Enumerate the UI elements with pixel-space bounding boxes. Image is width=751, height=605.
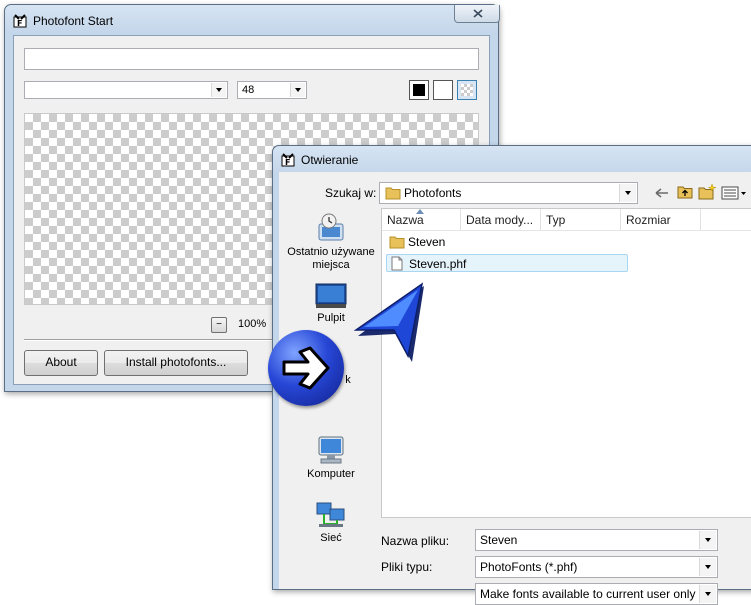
sort-ascending-icon (416, 209, 424, 214)
file-name: Steven (408, 235, 446, 249)
file-name: Steven.phf (409, 257, 467, 271)
column-name-label: Nazwa (387, 213, 424, 227)
file-list-header: Nazwa Data mody... Typ Rozmiar (382, 209, 751, 231)
background-black-swatch[interactable] (409, 80, 429, 100)
zoom-level: 100% (238, 318, 267, 330)
column-type-label: Typ (546, 213, 566, 227)
computer-icon (318, 436, 344, 464)
file-row-folder-steven[interactable]: Steven (386, 233, 626, 251)
annotation-cursor-arrow-icon (353, 282, 424, 362)
font-size-value: 48 (242, 84, 255, 96)
photofont-app-icon: F (13, 14, 27, 28)
font-select[interactable] (24, 81, 228, 99)
network-icon (316, 502, 345, 527)
filename-input[interactable]: Steven (475, 529, 718, 551)
filename-label: Nazwa pliku: (381, 534, 450, 548)
column-size[interactable]: Rozmiar (621, 209, 701, 231)
chevron-down-icon (295, 88, 301, 92)
view-menu-icon[interactable] (721, 186, 747, 200)
place-desktop-label: Pulpit (317, 312, 345, 324)
back-arrow-icon[interactable] (655, 186, 669, 200)
install-scope-value: Make fonts available to current user onl… (480, 587, 696, 601)
look-in-select[interactable]: Photofonts (379, 182, 638, 204)
recent-places-icon (318, 213, 344, 241)
chevron-down-icon (705, 592, 711, 596)
new-folder-icon[interactable] (698, 184, 716, 200)
sample-text-input[interactable] (24, 48, 479, 70)
background-white-swatch[interactable] (433, 80, 453, 100)
filetype-select[interactable]: PhotoFonts (*.phf) (475, 556, 718, 578)
filename-arrow[interactable] (699, 531, 716, 549)
desktop-icon (315, 283, 347, 308)
document-icon (391, 256, 403, 271)
font-select-arrow[interactable] (211, 83, 226, 97)
photofont-title-bar[interactable]: F Photofont Start (5, 5, 500, 35)
nav-toolbar (653, 183, 751, 203)
folder-icon (389, 236, 405, 249)
column-date-modified[interactable]: Data mody... (461, 209, 541, 231)
look-in-label: Szukaj w: (325, 186, 377, 200)
look-in-arrow[interactable] (619, 184, 636, 202)
annotation-next-arrow-icon (268, 330, 344, 406)
svg-text:F: F (17, 19, 22, 28)
chevron-down-icon (216, 88, 222, 92)
place-recent-label: Ostatnio używane miejsca (287, 246, 375, 271)
place-computer-label: Komputer (307, 468, 355, 480)
folder-icon (385, 187, 401, 200)
filetype-arrow[interactable] (699, 558, 716, 576)
column-name[interactable]: Nazwa (382, 209, 461, 231)
photofont-close-button[interactable] (454, 5, 500, 23)
file-row-steven-phf[interactable]: Steven.phf (386, 254, 628, 272)
svg-text:F: F (285, 158, 290, 167)
photofont-separator (24, 339, 279, 341)
look-in-value: Photofonts (404, 186, 462, 200)
font-size-select[interactable]: 48 (237, 81, 307, 99)
right-arrow-icon (282, 346, 330, 390)
font-size-arrow[interactable] (290, 83, 305, 97)
black-swatch-fill (413, 84, 425, 96)
chevron-down-icon (705, 565, 711, 569)
zoom-out-button[interactable]: − (211, 317, 227, 333)
photofont-window-title: Photofont Start (33, 14, 114, 28)
minus-icon: − (216, 319, 222, 330)
filetype-label: Pliki typu: (381, 560, 433, 574)
install-scope-arrow[interactable] (699, 585, 716, 603)
filename-value: Steven (480, 533, 518, 547)
up-folder-icon[interactable] (677, 184, 693, 200)
place-computer[interactable]: Komputer (287, 436, 375, 481)
place-recent[interactable]: Ostatnio używane miejsca (287, 212, 375, 272)
place-library-label: k (345, 374, 351, 386)
column-date-label: Data mody... (466, 213, 534, 227)
open-dialog-body: Szukaj w: Photofonts Ostatnio używane mi… (279, 172, 751, 605)
chevron-down-icon (625, 191, 631, 195)
column-type[interactable]: Typ (541, 209, 621, 231)
close-icon (473, 9, 483, 18)
file-list[interactable]: Nazwa Data mody... Typ Rozmiar Steven St… (381, 208, 751, 518)
column-size-label: Rozmiar (626, 213, 671, 227)
place-network-label: Sieć (320, 532, 342, 544)
background-transparent-swatch[interactable] (457, 80, 477, 100)
about-button[interactable]: About (24, 350, 98, 376)
open-dialog-title: Otwieranie (301, 153, 359, 167)
filetype-value: PhotoFonts (*.phf) (480, 560, 578, 574)
install-photofonts-button[interactable]: Install photofonts... (104, 350, 248, 376)
photofont-app-icon: F (281, 153, 295, 167)
install-scope-select[interactable]: Make fonts available to current user onl… (475, 583, 718, 605)
place-network[interactable]: Sieć (287, 500, 375, 545)
transparent-swatch-fill (461, 84, 473, 96)
chevron-down-icon (705, 538, 711, 542)
